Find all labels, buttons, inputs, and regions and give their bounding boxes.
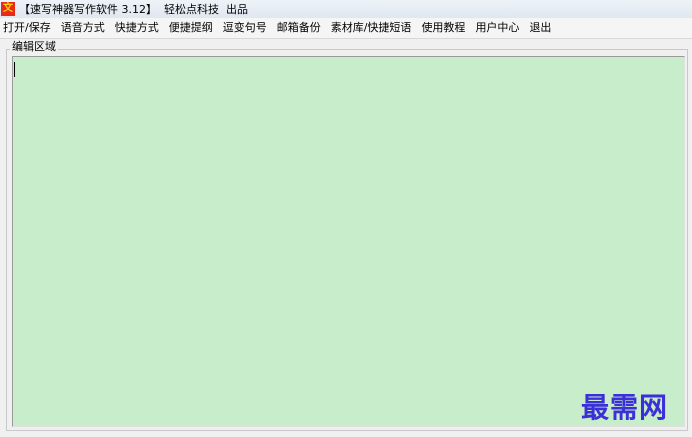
menu-tutorial[interactable]: 使用教程 bbox=[417, 18, 471, 38]
watermark-logo: 最需网 bbox=[581, 391, 669, 424]
menu-exit[interactable]: 退出 bbox=[525, 18, 557, 38]
edit-area-label: 编辑区域 bbox=[10, 40, 58, 54]
menu-voice-mode[interactable]: 语音方式 bbox=[57, 18, 111, 38]
menu-user-center[interactable]: 用户中心 bbox=[471, 18, 525, 38]
menu-comma-to-period[interactable]: 逗变句号 bbox=[219, 18, 273, 38]
menu-material-library[interactable]: 素材库/快捷短语 bbox=[327, 18, 418, 38]
app-icon: 文 bbox=[1, 2, 15, 16]
title-bar: 文 【速写神器写作软件 3.12】 轻松点科技 出品 bbox=[0, 0, 692, 18]
menu-quick-outline[interactable]: 便捷提纲 bbox=[165, 18, 219, 38]
window-title: 【速写神器写作软件 3.12】 轻松点科技 出品 bbox=[19, 3, 248, 16]
menu-open-save[interactable]: 打开/保存 bbox=[0, 18, 57, 38]
editor-textarea[interactable] bbox=[12, 56, 685, 427]
menu-shortcut-mode[interactable]: 快捷方式 bbox=[111, 18, 165, 38]
text-caret bbox=[14, 62, 15, 77]
menu-bar: 打开/保存 语音方式 快捷方式 便捷提纲 逗变句号 邮箱备份 素材库/快捷短语 … bbox=[0, 18, 692, 39]
menu-email-backup[interactable]: 邮箱备份 bbox=[273, 18, 327, 38]
